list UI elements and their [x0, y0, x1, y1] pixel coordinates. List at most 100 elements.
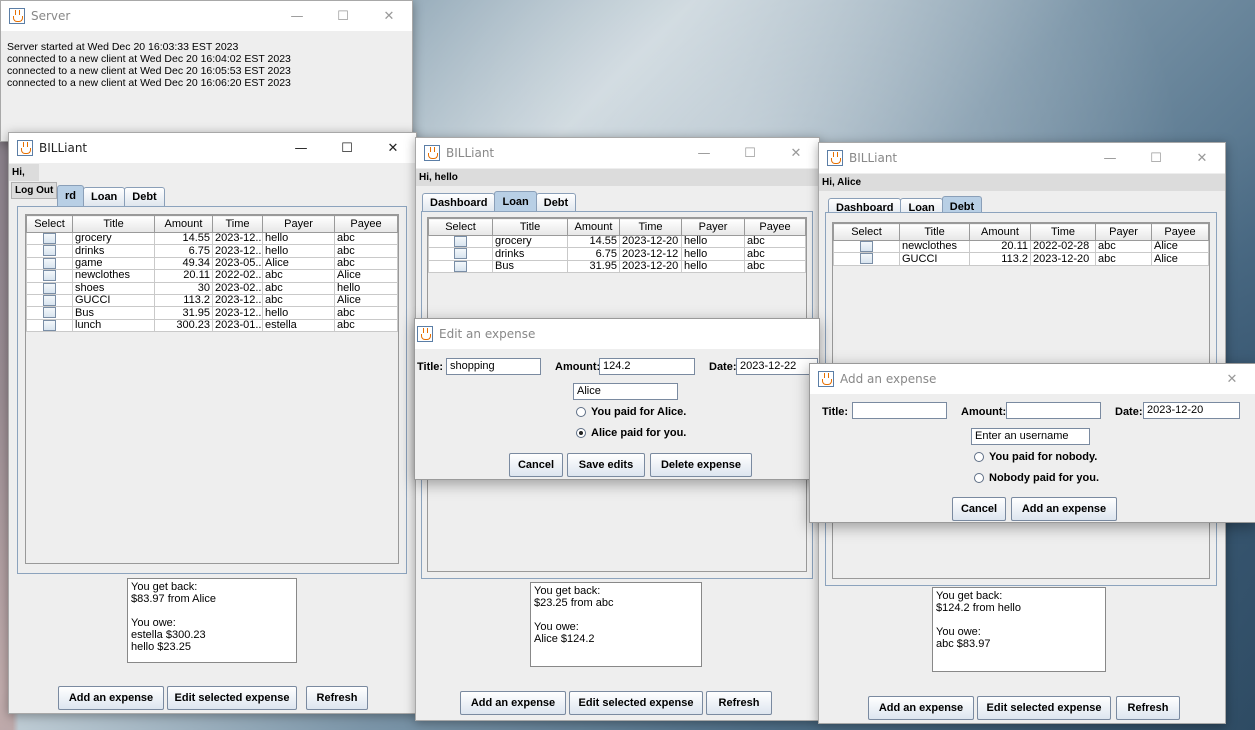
column-header[interactable]: Select	[833, 223, 900, 241]
maximize-button[interactable]: ☐	[1133, 143, 1179, 173]
minimize-button[interactable]: —	[1087, 143, 1133, 173]
column-header[interactable]: Payer	[262, 215, 335, 233]
minimize-button[interactable]: —	[681, 138, 727, 168]
expense-table-scroll[interactable]: Select Title Amount Time Payer Payee gro…	[25, 214, 399, 564]
select-checkbox[interactable]	[454, 261, 467, 272]
server-titlebar[interactable]: Server — ☐ ✕	[1, 1, 412, 31]
select-checkbox[interactable]	[43, 258, 56, 269]
they-paid-radio[interactable]: Nobody paid for you.	[974, 472, 1099, 484]
username-field[interactable]: Enter an username	[971, 428, 1090, 445]
close-button[interactable]: ✕	[370, 133, 416, 163]
column-header[interactable]: Time	[619, 218, 682, 236]
select-checkbox[interactable]	[860, 241, 873, 252]
select-checkbox[interactable]	[43, 295, 56, 306]
table-row[interactable]: GUCCI 113.2 2023-12-20 abc Alice	[833, 252, 1209, 266]
minimize-button[interactable]: —	[274, 1, 320, 31]
refresh-button[interactable]: Refresh	[706, 691, 772, 715]
close-button[interactable]: ✕	[773, 138, 819, 168]
column-header[interactable]: Payee	[1151, 223, 1209, 241]
column-header[interactable]: Title	[492, 218, 568, 236]
date-field[interactable]: 2023-12-22	[736, 358, 818, 375]
select-checkbox[interactable]	[43, 320, 56, 331]
add-expense-button[interactable]: Add an expense	[58, 686, 164, 710]
tab-dashboard[interactable]: Dashboard	[422, 193, 496, 212]
table-row[interactable]: Bus 31.95 2023-12... hello abc	[26, 306, 398, 320]
add-expense-button[interactable]: Add an expense	[1011, 497, 1117, 521]
table-row[interactable]: shoes 30 2023-02... abc hello	[26, 281, 398, 296]
username-field[interactable]: Alice	[573, 383, 678, 400]
window-titlebar[interactable]: BILLiant — ☐ ✕	[416, 138, 819, 168]
table-row[interactable]: drinks 6.75 2023-12... hello abc	[26, 244, 398, 258]
tab-dashboard[interactable]: rd	[57, 185, 84, 206]
table-row[interactable]: grocery 14.55 2023-12-20 hello abc	[428, 234, 806, 249]
you-paid-radio[interactable]: You paid for nobody.	[974, 451, 1097, 463]
close-button[interactable]: ✕	[1179, 143, 1225, 173]
column-header[interactable]: Payee	[334, 215, 398, 233]
tab-debt[interactable]: Debt	[124, 187, 165, 206]
window-titlebar[interactable]: BILLiant — ☐ ✕	[9, 133, 416, 163]
column-header[interactable]: Payer	[1095, 223, 1152, 241]
select-cell[interactable]	[833, 252, 900, 266]
tab-debt[interactable]: Debt	[535, 193, 577, 212]
edit-expense-button[interactable]: Edit selected expense	[167, 686, 297, 710]
column-header[interactable]: Payee	[744, 218, 806, 236]
table-row[interactable]: game 49.34 2023-05... Alice abc	[26, 256, 398, 271]
select-cell[interactable]	[26, 318, 73, 333]
column-header[interactable]: Time	[1030, 223, 1096, 241]
amount-field[interactable]	[1006, 402, 1101, 419]
date-field[interactable]: 2023-12-20	[1143, 402, 1240, 419]
table-row[interactable]: grocery 14.55 2023-12... hello abc	[26, 231, 398, 246]
maximize-button[interactable]: ☐	[324, 133, 370, 163]
tab-loan[interactable]: Loan	[494, 191, 537, 212]
add-expense-button[interactable]: Add an expense	[868, 696, 974, 720]
tab-loan[interactable]: Loan	[83, 187, 126, 206]
select-cell[interactable]	[428, 247, 493, 261]
select-cell[interactable]	[26, 231, 73, 246]
cancel-button[interactable]: Cancel	[509, 453, 563, 477]
select-checkbox[interactable]	[43, 307, 56, 319]
amount-field[interactable]: 124.2	[599, 358, 695, 375]
column-header[interactable]: Amount	[154, 215, 213, 233]
table-row[interactable]: Bus 31.95 2023-12-20 hello abc	[428, 259, 806, 274]
select-checkbox[interactable]	[43, 283, 56, 294]
edit-expense-button[interactable]: Edit selected expense	[569, 691, 703, 715]
user-menu[interactable]: Hi, abc	[9, 164, 39, 195]
select-cell[interactable]	[26, 244, 73, 258]
table-row[interactable]: lunch 300.23 2023-01... estella abc	[26, 318, 398, 333]
table-row[interactable]: newclothes 20.11 2022-02-28 abc Alice	[833, 239, 1209, 254]
refresh-button[interactable]: Refresh	[1116, 696, 1180, 720]
column-header[interactable]: Title	[899, 223, 970, 241]
column-header[interactable]: Amount	[969, 223, 1031, 241]
logout-menu-item[interactable]: Log Out	[11, 182, 58, 199]
add-expense-button[interactable]: Add an expense	[460, 691, 566, 715]
maximize-button[interactable]: ☐	[320, 1, 366, 31]
maximize-button[interactable]: ☐	[727, 138, 773, 168]
select-checkbox[interactable]	[43, 233, 56, 244]
column-header[interactable]: Select	[26, 215, 73, 233]
save-edits-button[interactable]: Save edits	[567, 453, 645, 477]
select-cell[interactable]	[26, 294, 73, 308]
select-cell[interactable]	[26, 306, 73, 320]
select-checkbox[interactable]	[43, 245, 56, 257]
dialog-titlebar[interactable]: Add an expense ✕	[810, 364, 1255, 394]
edit-expense-button[interactable]: Edit selected expense	[977, 696, 1111, 720]
minimize-button[interactable]: —	[278, 133, 324, 163]
table-row[interactable]: newclothes 20.11 2022-02... abc Alice	[26, 269, 398, 283]
table-row[interactable]: drinks 6.75 2023-12-12 hello abc	[428, 247, 806, 261]
select-cell[interactable]	[428, 234, 493, 249]
title-field[interactable]: shopping	[446, 358, 541, 375]
delete-expense-button[interactable]: Delete expense	[650, 453, 752, 477]
window-titlebar[interactable]: BILLiant — ☐ ✕	[819, 143, 1225, 173]
select-cell[interactable]	[428, 259, 493, 274]
cancel-button[interactable]: Cancel	[952, 497, 1006, 521]
table-row[interactable]: GUCCI 113.2 2023-12... abc Alice	[26, 294, 398, 308]
select-cell[interactable]	[26, 256, 73, 271]
select-cell[interactable]	[26, 281, 73, 296]
column-header[interactable]: Select	[428, 218, 493, 236]
select-checkbox[interactable]	[454, 248, 467, 260]
select-cell[interactable]	[26, 269, 73, 283]
title-field[interactable]	[852, 402, 947, 419]
column-header[interactable]: Time	[212, 215, 263, 233]
select-cell[interactable]	[833, 239, 900, 254]
user-menu[interactable]: Hi, Alice	[819, 174, 1225, 191]
